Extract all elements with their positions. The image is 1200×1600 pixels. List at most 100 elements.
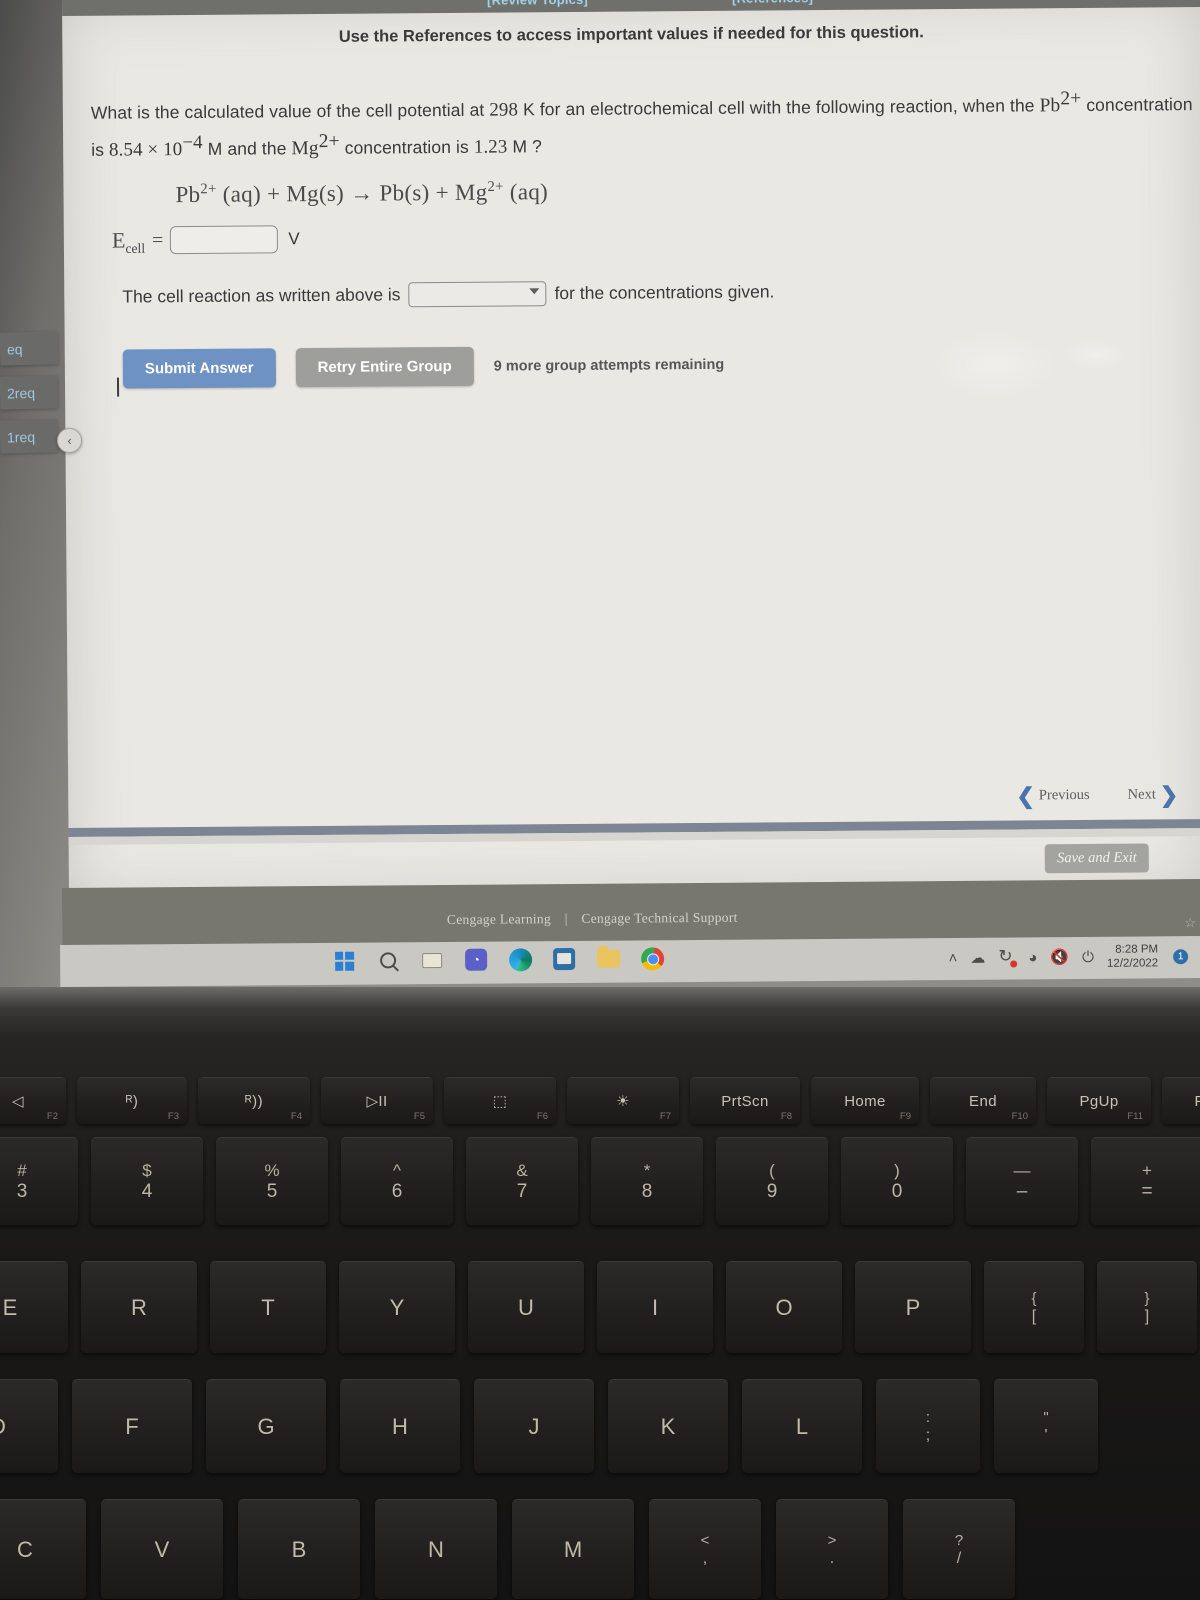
wifi-icon[interactable]: ◕: [1028, 949, 1037, 966]
key-f[interactable]: F: [72, 1379, 192, 1473]
sidebar-tab-3req[interactable]: eq: [0, 331, 59, 366]
key-label: 6: [391, 1180, 403, 1202]
key-r[interactable]: R: [81, 1261, 197, 1353]
file-explorer-button[interactable]: [594, 945, 622, 973]
key-f5[interactable]: ▷II F5: [321, 1077, 433, 1124]
key-f2[interactable]: ◁ F2: [0, 1077, 66, 1124]
key-y[interactable]: Y: [339, 1261, 455, 1353]
retry-entire-group-button[interactable]: Retry Entire Group: [295, 346, 474, 388]
edge-icon: [508, 947, 532, 971]
key-f10-end[interactable]: End F10: [930, 1077, 1036, 1124]
review-topics-link[interactable]: [Review Topics]: [487, 0, 588, 8]
sidebar-tab-1req[interactable]: 1req: [0, 419, 59, 454]
key-e[interactable]: E: [0, 1261, 68, 1353]
submit-answer-button[interactable]: Submit Answer: [122, 348, 276, 389]
sentence-suffix: for the concentrations given.: [554, 281, 775, 304]
key-t[interactable]: T: [210, 1261, 326, 1353]
key-f12-pgdn[interactable]: PgDn F12: [1162, 1077, 1200, 1124]
key-label: D: [0, 1414, 6, 1440]
key-bracket-right[interactable]: } ]: [1097, 1261, 1197, 1353]
key-f6[interactable]: ⬚ F6: [444, 1077, 556, 1124]
key-minus[interactable]: — –: [966, 1137, 1078, 1225]
key-5[interactable]: % 5: [216, 1137, 328, 1225]
save-and-exit-button[interactable]: Save and Exit: [1044, 843, 1149, 874]
key-v[interactable]: V: [101, 1499, 223, 1599]
key-b[interactable]: B: [238, 1499, 360, 1599]
key-shift-label: >: [827, 1531, 837, 1549]
key-label: /: [956, 1549, 962, 1567]
references-link[interactable]: [References]: [732, 0, 813, 6]
key-sublabel: F9: [899, 1111, 911, 1122]
key-n[interactable]: N: [375, 1499, 497, 1599]
key-4[interactable]: $ 4: [91, 1137, 203, 1225]
key-f9-home[interactable]: Home F9: [811, 1077, 919, 1124]
search-button[interactable]: [374, 946, 402, 974]
notification-badge[interactable]: 1: [1173, 948, 1189, 964]
previous-button[interactable]: ❮ Previous: [1016, 782, 1089, 809]
question-species-pb: Pb: [1039, 95, 1061, 117]
key-label: 7: [516, 1180, 528, 1202]
key-8[interactable]: * 8: [591, 1137, 703, 1225]
key-slash[interactable]: ? /: [903, 1499, 1015, 1599]
key-h[interactable]: H: [340, 1379, 460, 1473]
key-semicolon[interactable]: : ;: [876, 1379, 980, 1473]
key-o[interactable]: O: [726, 1261, 842, 1353]
key-g[interactable]: G: [206, 1379, 326, 1473]
key-period[interactable]: > .: [776, 1499, 888, 1599]
key-equals[interactable]: + =: [1091, 1137, 1200, 1225]
sidebar-tab-2req[interactable]: 2req: [0, 375, 59, 410]
edge-button[interactable]: [506, 945, 534, 973]
teams-button[interactable]: ◔: [462, 946, 490, 974]
cengage-support-link[interactable]: Cengage Technical Support: [581, 910, 737, 926]
tray-overflow-icon[interactable]: ˄: [949, 949, 958, 966]
key-3[interactable]: # 3: [0, 1137, 78, 1225]
next-button[interactable]: Next ❯: [1128, 782, 1179, 807]
key-shift-label: $: [142, 1160, 152, 1180]
key-c[interactable]: C: [0, 1499, 86, 1599]
key-f3[interactable]: ᴿ) F3: [77, 1077, 187, 1124]
key-label: Y: [389, 1294, 405, 1320]
key-f7[interactable]: ☀ F7: [567, 1077, 679, 1124]
equation-reactant-pb-charge: 2+: [200, 181, 217, 198]
chrome-button[interactable]: [638, 944, 666, 972]
key-p[interactable]: P: [855, 1261, 971, 1353]
volume-muted-icon[interactable]: 🔇: [1050, 949, 1069, 966]
key-7[interactable]: & 7: [466, 1137, 578, 1225]
task-view-button[interactable]: [418, 946, 446, 974]
chevron-left-icon: ❮: [1016, 782, 1035, 809]
key-d[interactable]: D: [0, 1379, 58, 1473]
key-bracket-left[interactable]: { [: [984, 1261, 1084, 1353]
onedrive-icon[interactable]: ☁: [970, 949, 985, 966]
cengage-learning-link[interactable]: Cengage Learning: [447, 911, 551, 927]
key-0[interactable]: ) 0: [841, 1137, 953, 1225]
key-l[interactable]: L: [742, 1379, 862, 1473]
key-f8-prtscn[interactable]: PrtScn F8: [690, 1077, 800, 1124]
key-quote[interactable]: " ': [994, 1379, 1098, 1473]
store-button[interactable]: [550, 945, 578, 973]
key-label: R: [131, 1294, 147, 1320]
reaction-spontaneity-select[interactable]: [408, 281, 547, 308]
battery-charging-icon[interactable]: ⏻: [1082, 948, 1094, 965]
key-label: V: [154, 1536, 170, 1562]
key-u[interactable]: U: [468, 1261, 584, 1353]
key-shift-label: (: [769, 1160, 775, 1180]
key-f4[interactable]: ᴿ)) F4: [198, 1077, 310, 1124]
key-comma[interactable]: < ,: [649, 1499, 761, 1599]
ecell-value-input[interactable]: [170, 225, 279, 255]
question-species-mg: Mg: [291, 137, 319, 160]
key-i[interactable]: I: [597, 1261, 713, 1353]
key-j[interactable]: J: [474, 1379, 594, 1473]
key-9[interactable]: ( 9: [716, 1137, 828, 1225]
question-part1: What is the calculated value of the cell…: [90, 99, 490, 123]
key-k[interactable]: K: [608, 1379, 728, 1473]
start-button[interactable]: [330, 947, 358, 975]
mute-icon: ◁: [12, 1093, 24, 1110]
key-f11-pgup[interactable]: PgUp F11: [1047, 1077, 1151, 1124]
clock-widget[interactable]: 8:28 PM 12/2/2022: [1107, 942, 1158, 970]
security-refresh-icon[interactable]: [998, 949, 1018, 968]
equation-product-mg-state: (aq): [503, 179, 549, 205]
key-m[interactable]: M: [512, 1499, 634, 1599]
chemical-equation: Pb2+ (aq) + Mg(s) → Pb(s) + Mg2+ (aq): [175, 174, 1200, 208]
key-6[interactable]: ^ 6: [341, 1137, 453, 1225]
collapse-sidebar-button[interactable]: ‹: [57, 428, 82, 453]
